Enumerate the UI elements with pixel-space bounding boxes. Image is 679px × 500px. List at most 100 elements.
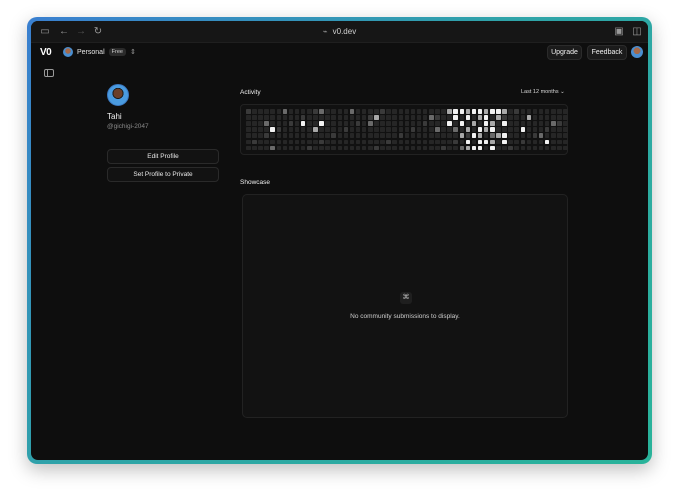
heatmap-cell xyxy=(270,121,275,126)
v0-logo[interactable]: V0 xyxy=(40,47,51,58)
workspace-name: Personal xyxy=(77,49,105,56)
share-icon[interactable]: ▣ xyxy=(613,26,625,38)
edit-profile-button[interactable]: Edit Profile xyxy=(107,149,219,164)
heatmap-cell xyxy=(539,115,544,120)
workspace-switcher[interactable]: Personal Free ⇕ xyxy=(63,47,136,57)
heatmap-cell xyxy=(246,121,251,126)
heatmap-cell xyxy=(283,127,288,132)
heatmap-cell xyxy=(301,115,306,120)
address-bar[interactable]: ⌁v0.dev xyxy=(31,25,648,39)
heatmap-cell xyxy=(283,121,288,126)
heatmap-cell xyxy=(289,146,294,151)
heatmap-cell xyxy=(362,140,367,145)
heatmap-cell xyxy=(270,133,275,138)
heatmap-cell xyxy=(484,146,489,151)
heatmap-cell xyxy=(246,115,251,120)
heatmap-cell xyxy=(270,115,275,120)
heatmap-cell xyxy=(313,140,318,145)
heatmap-cell xyxy=(399,140,404,145)
sidebar-toggle-icon[interactable] xyxy=(44,69,54,77)
heatmap-cell xyxy=(331,140,336,145)
heatmap-cell xyxy=(527,109,532,114)
heatmap-cell xyxy=(246,140,251,145)
heatmap-cell xyxy=(277,146,282,151)
heatmap-cell xyxy=(411,109,416,114)
heatmap-cell xyxy=(374,115,379,120)
heatmap-cell xyxy=(344,121,349,126)
heatmap-cell xyxy=(478,127,483,132)
heatmap-cell xyxy=(258,146,263,151)
heatmap-cell xyxy=(307,109,312,114)
activity-heatmap xyxy=(240,104,568,155)
heatmap-cell xyxy=(453,133,458,138)
upgrade-button[interactable]: Upgrade xyxy=(547,45,582,60)
heatmap-cell xyxy=(392,146,397,151)
set-private-button[interactable]: Set Profile to Private xyxy=(107,167,219,182)
heatmap-cell xyxy=(295,133,300,138)
activity-range-select[interactable]: Last 12 months ⌄ xyxy=(521,89,565,95)
heatmap-cell xyxy=(270,109,275,114)
heatmap-cell xyxy=(252,115,257,120)
heatmap-cell xyxy=(539,140,544,145)
heatmap-cell xyxy=(551,127,556,132)
heatmap-cell xyxy=(392,133,397,138)
heatmap-cell xyxy=(331,127,336,132)
heatmap-cell xyxy=(539,146,544,151)
heatmap-cell xyxy=(362,121,367,126)
heatmap-cell xyxy=(429,133,434,138)
heatmap-cell xyxy=(289,127,294,132)
heatmap-cell xyxy=(496,133,501,138)
heatmap-cell xyxy=(386,115,391,120)
heatmap-cell xyxy=(325,127,330,132)
heatmap-cell xyxy=(307,133,312,138)
user-avatar[interactable] xyxy=(631,46,643,58)
heatmap-cell xyxy=(496,146,501,151)
heatmap-cell xyxy=(386,121,391,126)
browser-toolbar: ▭ ← → ↻ ⌁v0.dev ▣ ◫ xyxy=(31,21,648,43)
heatmap-cell xyxy=(325,121,330,126)
heatmap-cell xyxy=(533,115,538,120)
heatmap-cell xyxy=(441,109,446,114)
heatmap-cell xyxy=(460,127,465,132)
heatmap-cell xyxy=(283,146,288,151)
heatmap-cell xyxy=(411,146,416,151)
heatmap-cell xyxy=(460,109,465,114)
heatmap-cell xyxy=(411,140,416,145)
heatmap-cell xyxy=(539,121,544,126)
heatmap-cell xyxy=(551,146,556,151)
heatmap-cell xyxy=(435,133,440,138)
heatmap-cell xyxy=(399,127,404,132)
split-view-icon[interactable]: ◫ xyxy=(631,26,643,38)
heatmap-cell xyxy=(496,121,501,126)
heatmap-cell xyxy=(258,109,263,114)
heatmap-cell xyxy=(441,127,446,132)
heatmap-cell xyxy=(301,127,306,132)
chevron-updown-icon: ⇕ xyxy=(130,48,136,56)
heatmap-cell xyxy=(386,109,391,114)
heatmap-cell xyxy=(539,133,544,138)
heatmap-cell xyxy=(258,115,263,120)
heatmap-cell xyxy=(246,133,251,138)
heatmap-cell xyxy=(392,140,397,145)
heatmap-cell xyxy=(258,121,263,126)
heatmap-cell xyxy=(331,121,336,126)
heatmap-cell xyxy=(362,133,367,138)
heatmap-cell xyxy=(405,140,410,145)
heatmap-cell xyxy=(521,115,526,120)
heatmap-cell xyxy=(344,109,349,114)
heatmap-cell xyxy=(508,121,513,126)
chevron-down-icon: ⌄ xyxy=(560,89,565,95)
heatmap-cell xyxy=(496,115,501,120)
heatmap-cell xyxy=(368,146,373,151)
heatmap-cell xyxy=(362,146,367,151)
feedback-button[interactable]: Feedback xyxy=(587,45,627,60)
heatmap-cell xyxy=(521,140,526,145)
heatmap-cell xyxy=(460,146,465,151)
heatmap-cell xyxy=(362,127,367,132)
heatmap-cell xyxy=(277,133,282,138)
heatmap-cell xyxy=(374,146,379,151)
heatmap-cell xyxy=(502,127,507,132)
heatmap-cell xyxy=(325,115,330,120)
heatmap-cell xyxy=(496,109,501,114)
heatmap-cell xyxy=(368,121,373,126)
